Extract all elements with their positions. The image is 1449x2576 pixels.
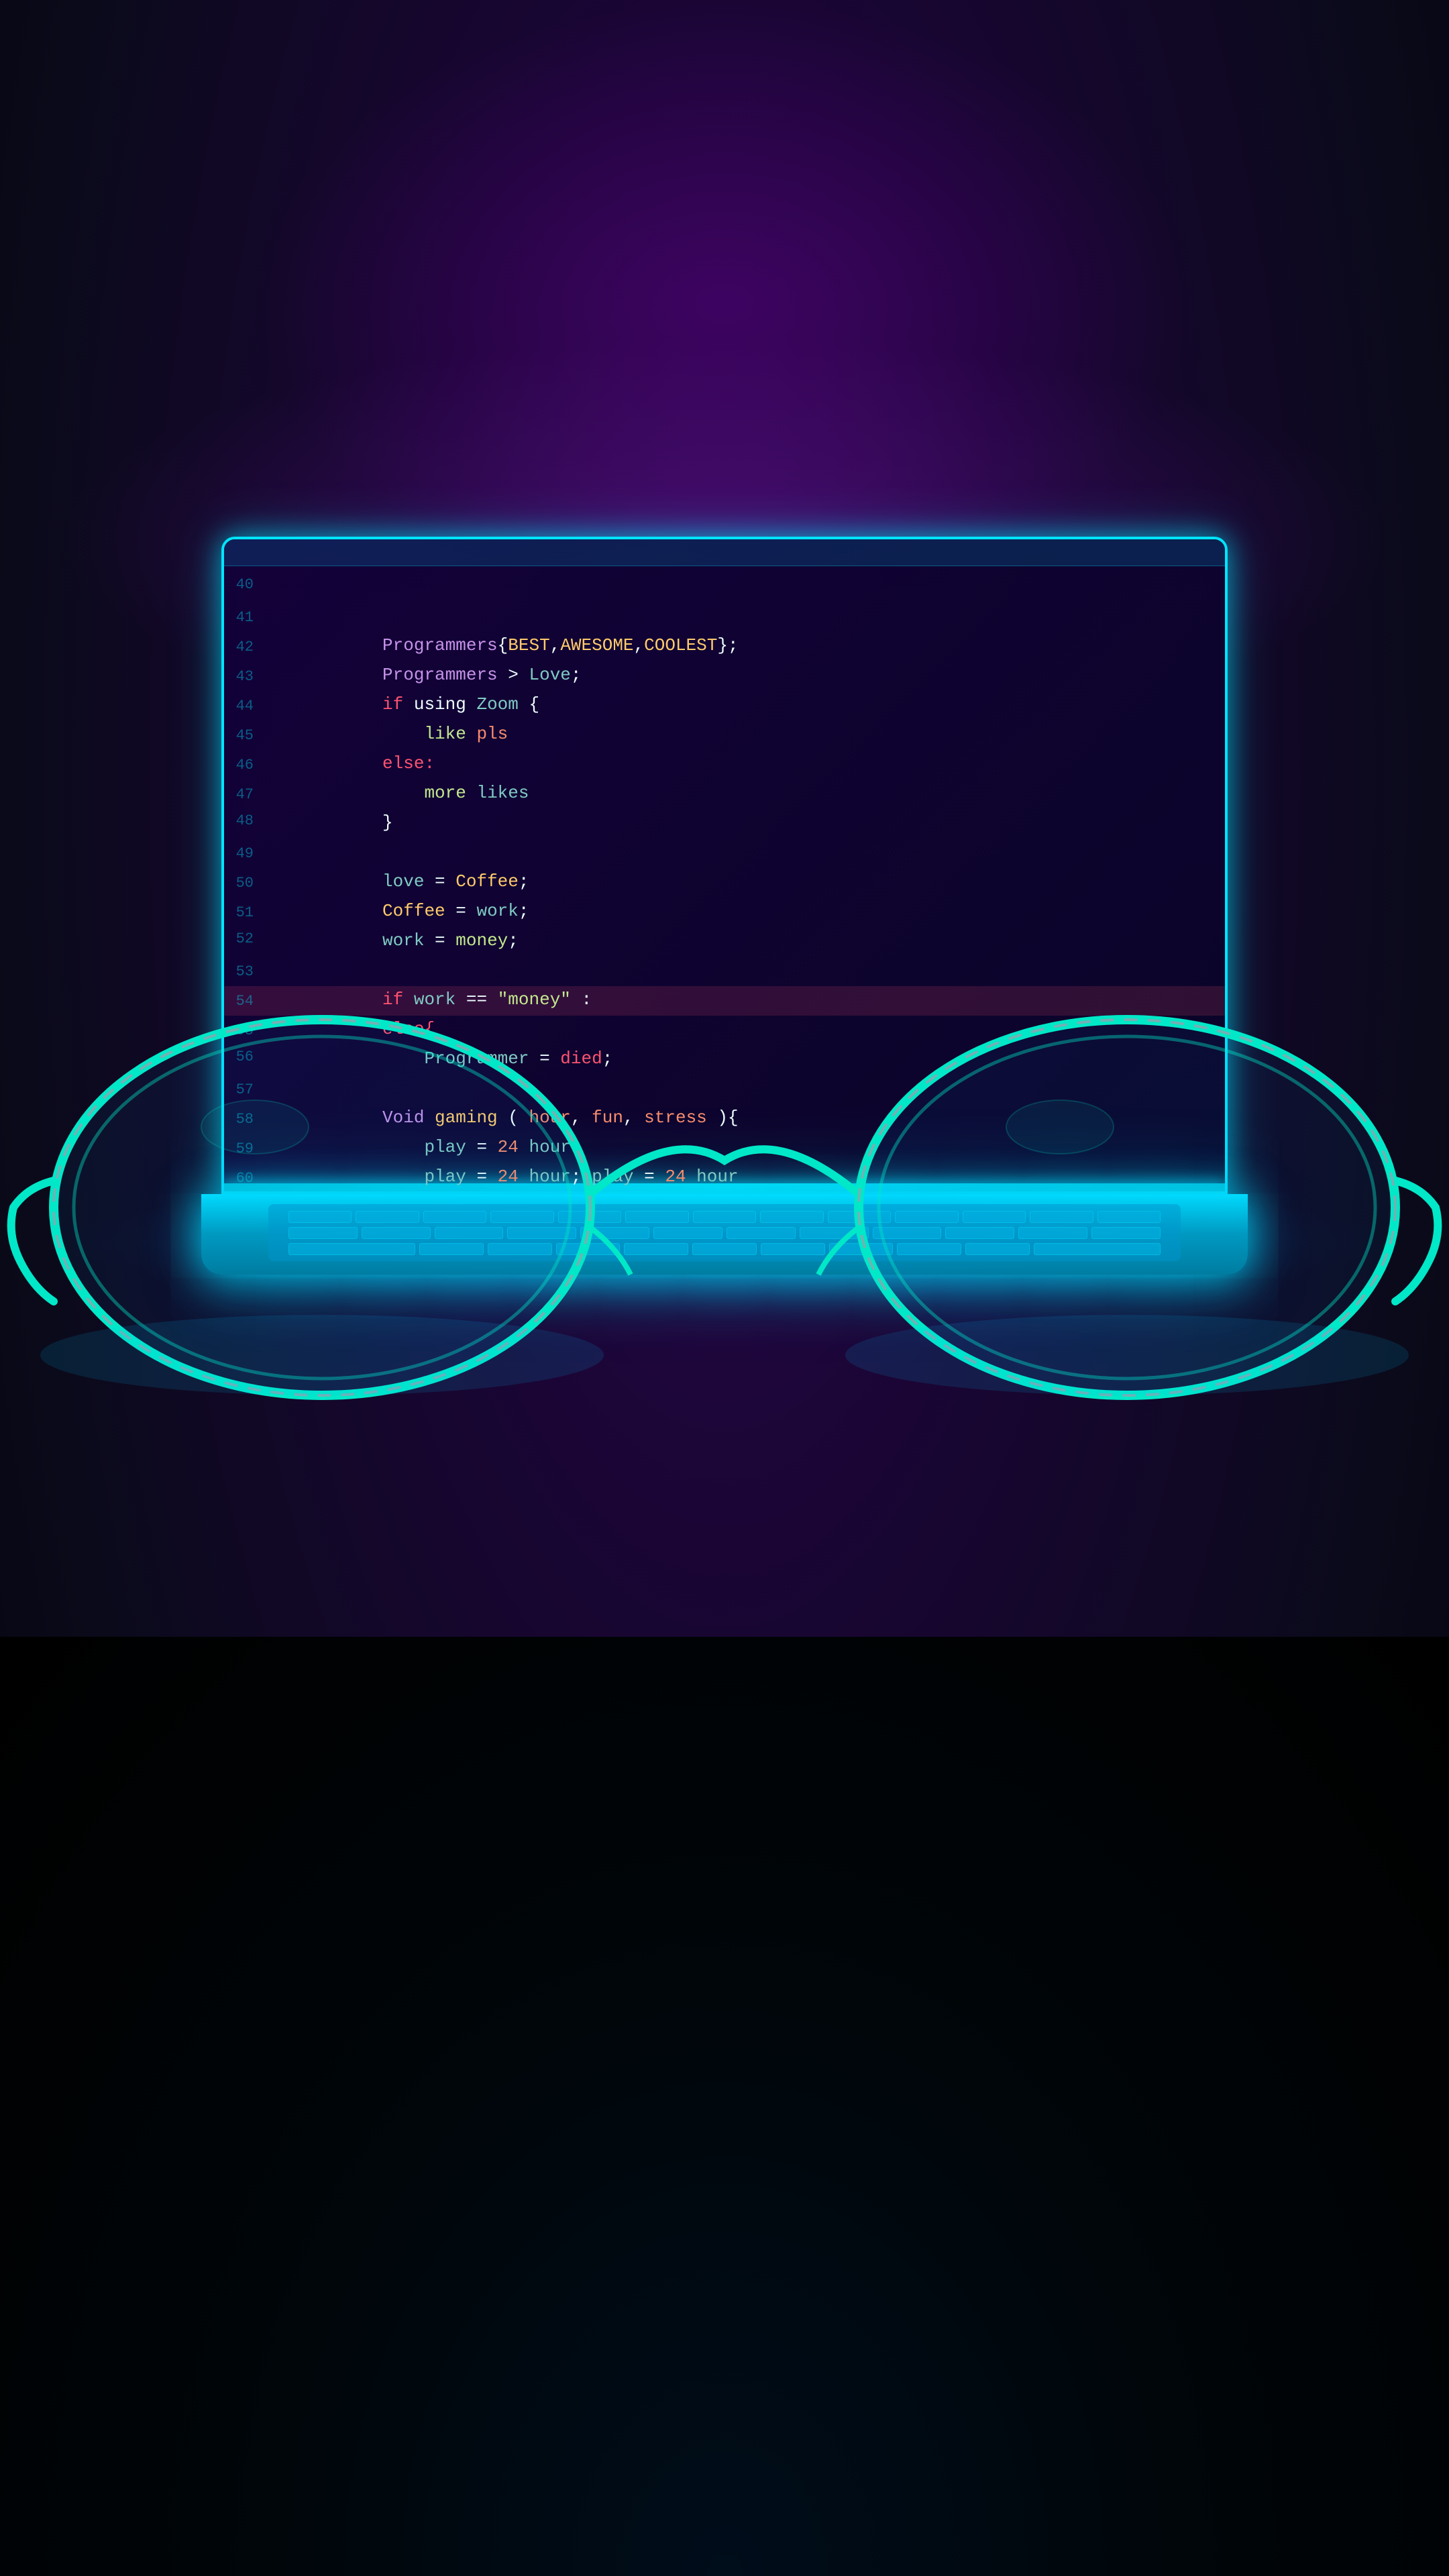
line-number: 46 bbox=[224, 753, 264, 777]
left-temple-arm bbox=[11, 1181, 54, 1301]
line-number: 53 bbox=[224, 960, 264, 984]
line-number: 52 bbox=[224, 927, 264, 951]
code-line-44: 44 like pls bbox=[224, 691, 1225, 720]
code-line-50: 50 Coffee = work; bbox=[224, 868, 1225, 898]
left-lens-glow-bottom bbox=[40, 1315, 604, 1395]
left-lens-glare bbox=[201, 1100, 309, 1154]
line-number: 45 bbox=[224, 724, 264, 748]
line-number: 49 bbox=[224, 842, 264, 866]
line-number: 51 bbox=[224, 901, 264, 925]
right-temple-arm bbox=[1395, 1181, 1438, 1301]
code-line-51: 51 work = money; bbox=[224, 898, 1225, 927]
line-number: 47 bbox=[224, 783, 264, 807]
line-number: 44 bbox=[224, 694, 264, 718]
line-number: 40 bbox=[224, 573, 264, 597]
code-line-41: 41 Programmers{BEST,AWESOME,COOLEST}; bbox=[224, 602, 1225, 632]
screen-topbar bbox=[224, 539, 1225, 566]
right-lens-glare bbox=[1006, 1100, 1114, 1154]
code-line-53: 53 if work == "money" : bbox=[224, 957, 1225, 986]
line-number: 41 bbox=[224, 606, 264, 630]
bottom-gradient bbox=[0, 1637, 1449, 2576]
line-number: 50 bbox=[224, 871, 264, 896]
right-lens-glow-bottom bbox=[845, 1315, 1409, 1395]
line-number: 48 bbox=[224, 809, 264, 833]
wallpaper-background: { "title": "Programmer Wallpaper", "desc… bbox=[0, 0, 1449, 2576]
code-line-46: 46 more likes bbox=[224, 750, 1225, 780]
glasses-bridge bbox=[590, 1149, 859, 1194]
line-number: 43 bbox=[224, 665, 264, 689]
glasses-illustration bbox=[0, 993, 1449, 1462]
code-line-49: 49 love = Coffee; bbox=[224, 839, 1225, 868]
code-line-47: 47 } bbox=[224, 780, 1225, 809]
glasses-svg bbox=[0, 993, 1449, 1462]
background-glow-top bbox=[255, 0, 1194, 604]
code-line-40: 40 bbox=[224, 573, 1225, 602]
right-nose-pad bbox=[818, 1228, 859, 1275]
line-number: 42 bbox=[224, 635, 264, 659]
code-line-45: 45 else: bbox=[224, 720, 1225, 750]
left-nose-pad bbox=[590, 1228, 631, 1275]
